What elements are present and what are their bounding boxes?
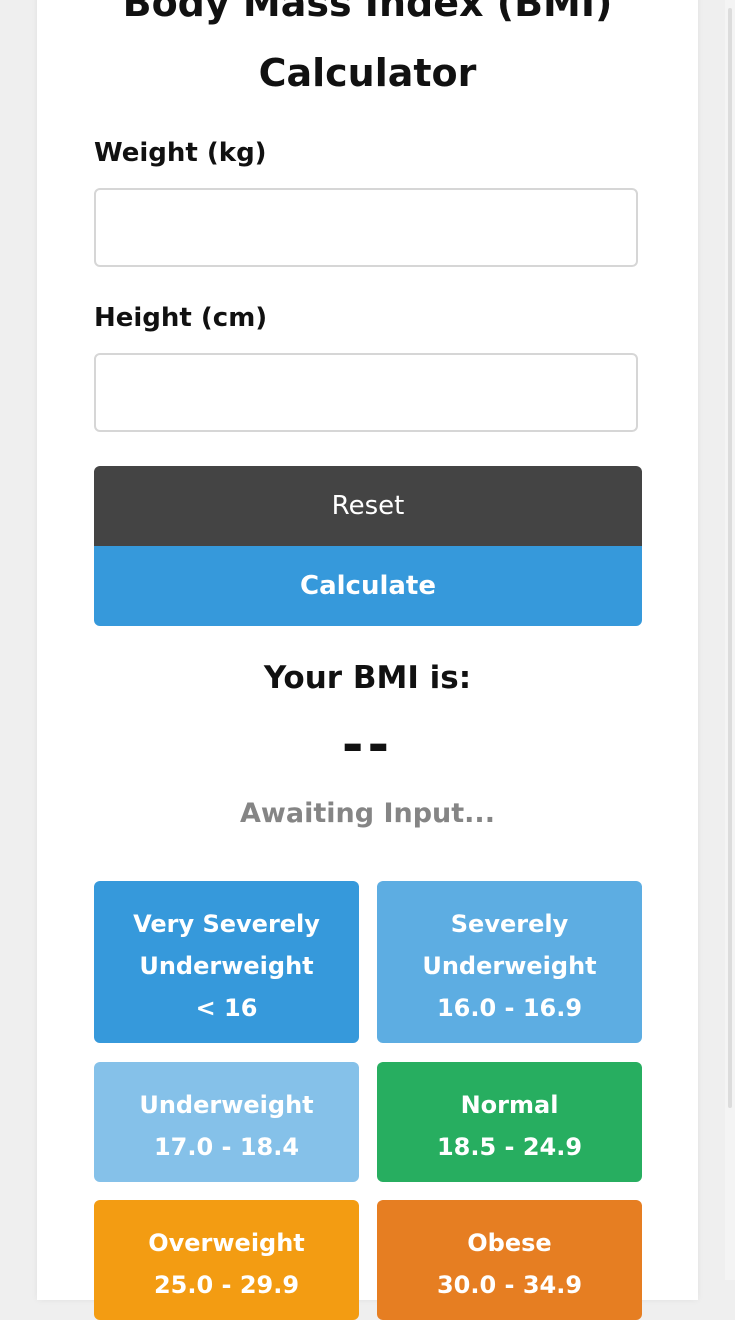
category-name: Normal xyxy=(460,1091,559,1119)
bmi-value: -- xyxy=(341,715,394,775)
category-normal: Normal 18.5 - 24.9 xyxy=(377,1062,642,1182)
category-name: Underweight xyxy=(139,1091,314,1119)
page-title-line1: Body Mass Index (BMI) xyxy=(122,0,613,25)
category-range: < 16 xyxy=(195,994,258,1022)
scrollbar-track[interactable] xyxy=(725,0,735,1280)
category-name-line1: Severely xyxy=(450,910,569,938)
category-name: Obese xyxy=(467,1229,552,1257)
category-obese: Obese 30.0 - 34.9 xyxy=(377,1200,642,1320)
category-name-line1: Very Severely xyxy=(133,910,320,938)
page-title-line2: Calculator xyxy=(258,51,477,95)
category-severely-underweight: Severely Underweight 16.0 - 16.9 xyxy=(377,881,642,1043)
category-range: 17.0 - 18.4 xyxy=(153,1133,300,1161)
category-range: 30.0 - 34.9 xyxy=(436,1271,583,1299)
weight-input[interactable] xyxy=(94,188,638,267)
category-range: 25.0 - 29.9 xyxy=(153,1271,300,1299)
scrollbar-thumb[interactable] xyxy=(728,8,732,1108)
category-very-severely-underweight: Very Severely Underweight < 16 xyxy=(94,881,359,1043)
category-name-line2: Underweight xyxy=(139,952,314,980)
calculator-card: Body Mass Index (BMI) Calculator Weight … xyxy=(37,0,698,1320)
category-name: Overweight xyxy=(148,1229,305,1257)
reset-button[interactable]: Reset xyxy=(94,466,642,546)
height-input[interactable] xyxy=(94,353,638,432)
bmi-status: Awaiting Input... xyxy=(240,798,495,829)
calculate-button[interactable]: Calculate xyxy=(94,546,642,626)
category-name-line2: Underweight xyxy=(422,952,597,980)
result-heading: Your BMI is: xyxy=(263,660,472,696)
category-overweight: Overweight 25.0 - 29.9 xyxy=(94,1200,359,1320)
height-label: Height (cm) xyxy=(94,303,268,333)
weight-label: Weight (kg) xyxy=(94,138,267,168)
category-range: 16.0 - 16.9 xyxy=(436,994,583,1022)
category-underweight: Underweight 17.0 - 18.4 xyxy=(94,1062,359,1182)
category-range: 18.5 - 24.9 xyxy=(436,1133,583,1161)
